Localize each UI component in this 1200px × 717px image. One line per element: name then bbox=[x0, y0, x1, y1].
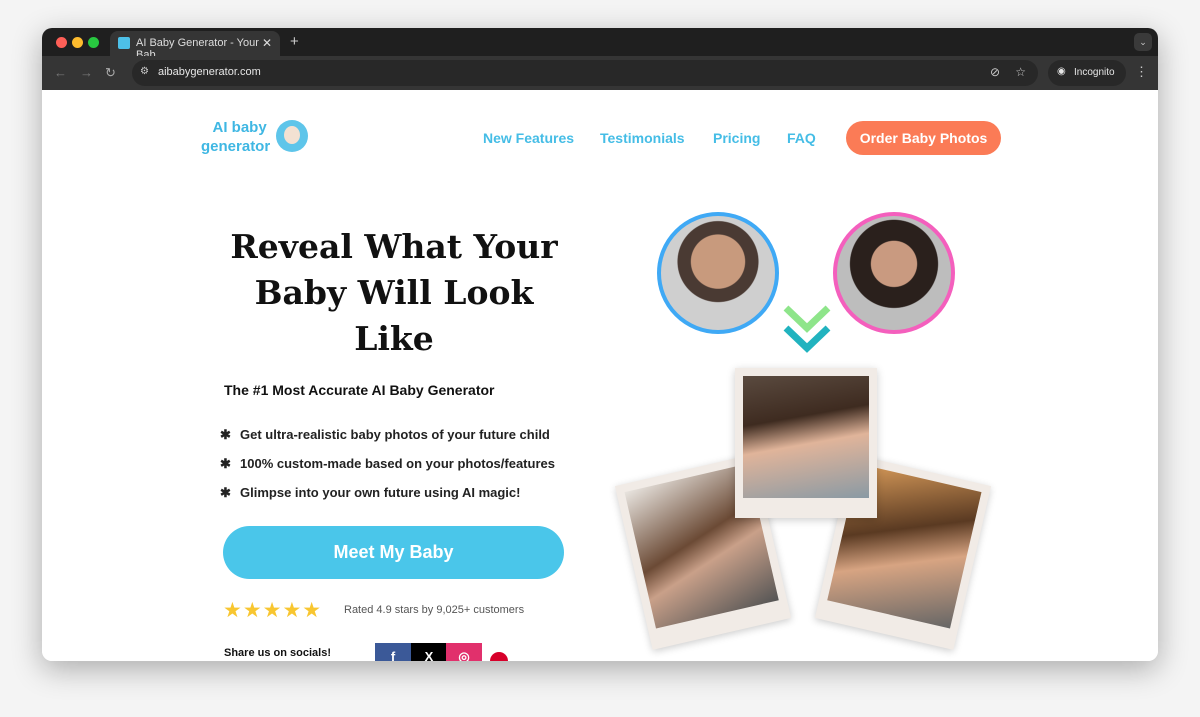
close-tab-icon[interactable]: ✕ bbox=[262, 36, 272, 50]
nav-testimonials[interactable]: Testimonials bbox=[600, 130, 685, 146]
father-photo bbox=[657, 212, 779, 334]
baby-icon: ✱ bbox=[220, 427, 231, 442]
tab-bar: AI Baby Generator - Your Bab ✕ + ⌄ bbox=[42, 28, 1158, 61]
nav-pricing[interactable]: Pricing bbox=[713, 130, 760, 146]
baby-icon: ✱ bbox=[220, 456, 231, 471]
eye-off-icon[interactable]: ⊘ bbox=[990, 65, 1000, 79]
instagram-share-button[interactable]: ◎ bbox=[446, 643, 482, 661]
nav-new-features[interactable]: New Features bbox=[483, 130, 574, 146]
minimize-window-button[interactable] bbox=[72, 37, 83, 48]
browser-window: AI Baby Generator - Your Bab ✕ + ⌄ ← → ↻ … bbox=[42, 28, 1158, 661]
favicon-icon bbox=[118, 37, 130, 49]
tab-search-button[interactable]: ⌄ bbox=[1134, 33, 1152, 51]
profile-label: Incognito bbox=[1074, 67, 1115, 78]
logo-line1: AI baby bbox=[212, 119, 267, 136]
url-text: aibabygenerator.com bbox=[158, 66, 261, 78]
double-chevron-down-icon bbox=[783, 305, 831, 353]
site-settings-icon[interactable]: ⚙ bbox=[140, 66, 149, 77]
mother-photo bbox=[833, 212, 955, 334]
incognito-badge[interactable]: ◉ Incognito bbox=[1048, 60, 1126, 86]
bullet-item: ✱ Glimpse into your own future using AI m… bbox=[220, 485, 521, 500]
pinterest-share-button[interactable] bbox=[490, 652, 508, 661]
menu-icon[interactable]: ⋮ bbox=[1135, 64, 1148, 80]
hero-title: Reveal What Your Baby Will Look Like bbox=[230, 227, 558, 358]
bullet-item: ✱ 100% custom-made based on your photos/f… bbox=[220, 456, 555, 471]
meet-my-baby-button[interactable]: Meet My Baby bbox=[223, 526, 564, 579]
bullet-item: ✱ Get ultra-realistic baby photos of your… bbox=[220, 427, 550, 442]
reload-icon[interactable]: ↻ bbox=[105, 65, 116, 81]
close-window-button[interactable] bbox=[56, 37, 67, 48]
nav-faq[interactable]: FAQ bbox=[787, 130, 816, 146]
star-bookmark-icon[interactable]: ☆ bbox=[1015, 65, 1026, 79]
forward-icon[interactable]: → bbox=[80, 65, 93, 80]
back-icon[interactable]: ← bbox=[54, 65, 67, 80]
facebook-share-button[interactable]: f bbox=[375, 643, 411, 661]
rating-stars: ★★★★★ bbox=[223, 599, 323, 622]
baby-photo-center bbox=[735, 368, 877, 518]
address-bar[interactable]: ⚙ aibabygenerator.com ⊘ ☆ bbox=[132, 60, 1038, 86]
incognito-icon: ◉ bbox=[1057, 66, 1066, 77]
browser-tab[interactable]: AI Baby Generator - Your Bab ✕ bbox=[110, 31, 280, 61]
logo[interactable]: AI baby generator bbox=[201, 118, 270, 156]
toolbar: ← → ↻ ⚙ aibabygenerator.com ⊘ ☆ ◉ Incognito… bbox=[42, 56, 1158, 90]
hero-subtitle: The #1 Most Accurate AI Baby Generator bbox=[224, 382, 495, 398]
new-tab-button[interactable]: + bbox=[290, 33, 299, 50]
maximize-window-button[interactable] bbox=[88, 37, 99, 48]
logo-line2: generator bbox=[201, 138, 271, 155]
order-baby-photos-button[interactable]: Order Baby Photos bbox=[846, 121, 1001, 155]
share-label: Share us on socials! bbox=[224, 647, 331, 659]
baby-icon: ✱ bbox=[220, 485, 231, 500]
x-share-button[interactable]: X bbox=[411, 643, 447, 661]
baby-logo-icon bbox=[276, 120, 308, 152]
page: AI baby generator New Features Testimonia… bbox=[42, 90, 1158, 661]
rating-text: Rated 4.9 stars by 9,025+ customers bbox=[344, 604, 525, 616]
